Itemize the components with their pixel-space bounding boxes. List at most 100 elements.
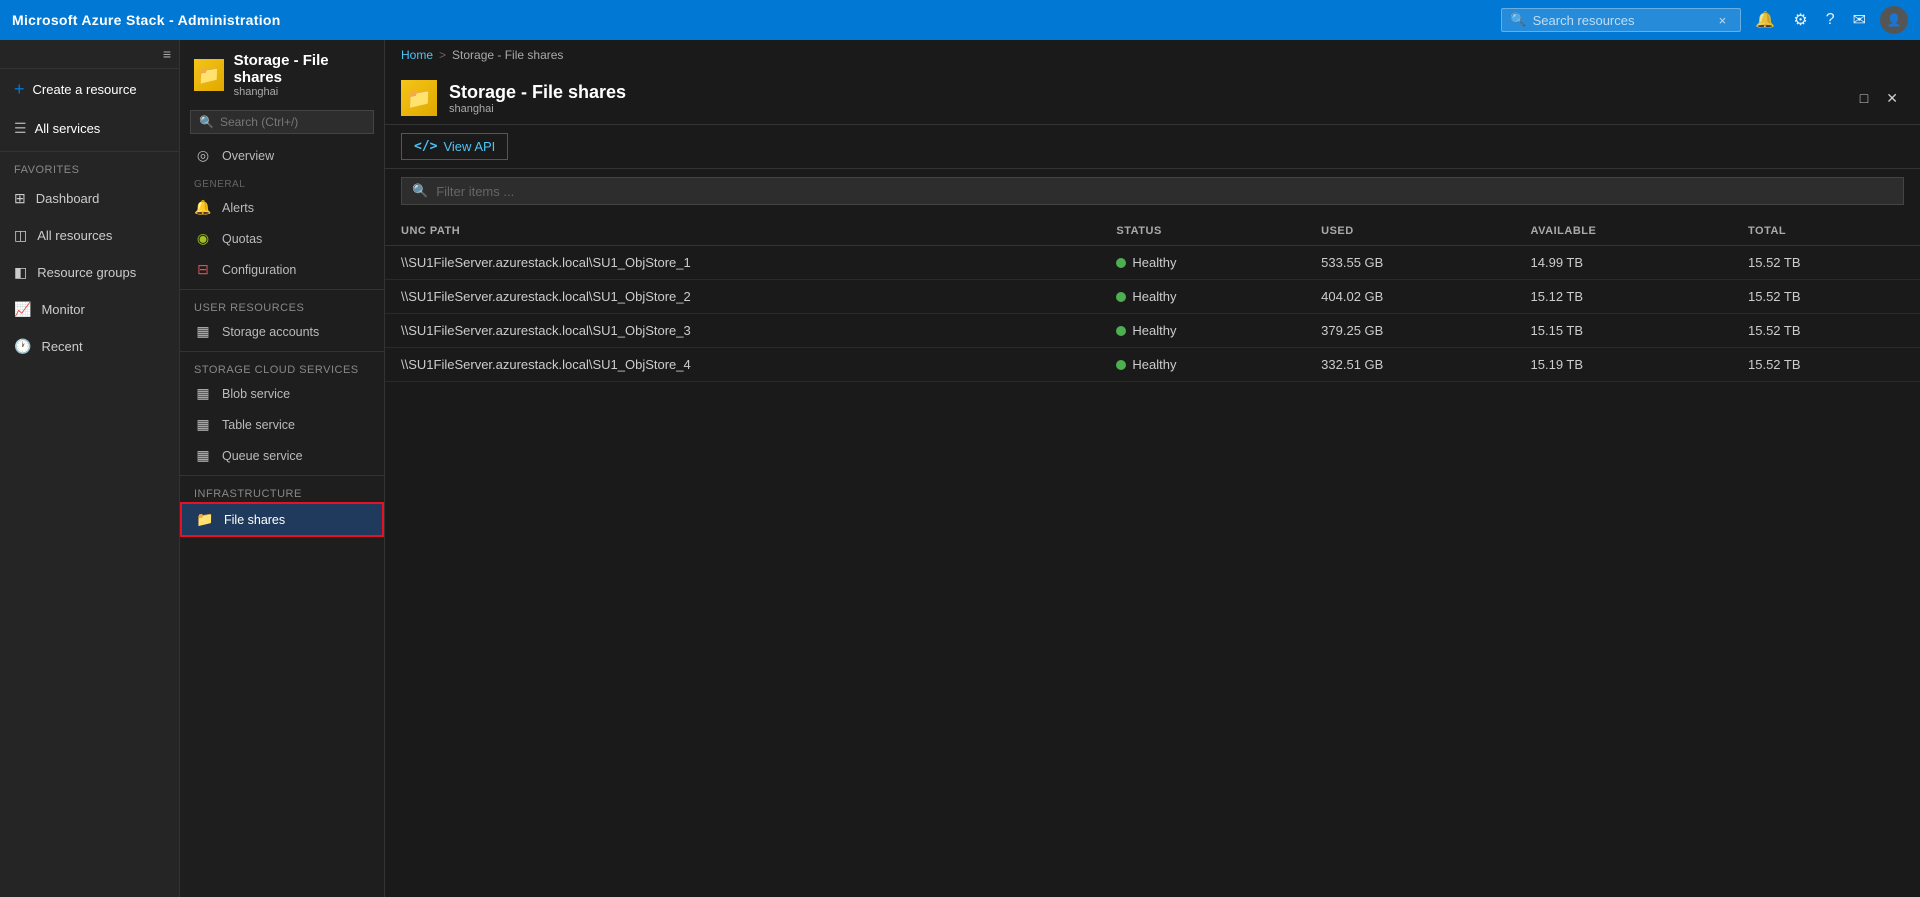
status-text: Healthy — [1132, 255, 1176, 270]
nav-item-label: Configuration — [222, 263, 296, 277]
table-row[interactable]: \\SU1FileServer.azurestack.local\SU1_Obj… — [385, 246, 1920, 280]
blob-service-icon: ▦ — [194, 385, 212, 402]
table-service-icon: ▦ — [194, 416, 212, 433]
filter-bar: 🔍 — [385, 169, 1920, 213]
collapse-icon[interactable]: ≡ — [163, 46, 171, 62]
content-header: 📁 Storage - File shares shanghai □ ✕ — [385, 70, 1920, 125]
notifications-icon[interactable]: 🔔 — [1751, 6, 1779, 34]
all-services-label: All services — [35, 121, 101, 136]
cell-unc-path: \\SU1FileServer.azurestack.local\SU1_Obj… — [385, 246, 1100, 280]
nav-item-label: Quotas — [222, 232, 262, 246]
nav-item-table-service[interactable]: ▦ Table service — [180, 409, 384, 440]
table-row[interactable]: \\SU1FileServer.azurestack.local\SU1_Obj… — [385, 348, 1920, 382]
alerts-icon: 🔔 — [194, 199, 212, 216]
settings-icon[interactable]: ⚙ — [1789, 6, 1811, 34]
sidebar-item-resource-groups[interactable]: ◧ Resource groups — [0, 254, 179, 291]
file-shares-icon: 📁 — [196, 511, 214, 528]
close-button[interactable]: ✕ — [1880, 88, 1904, 109]
status-dot — [1116, 326, 1126, 336]
sidebar-item-all-resources[interactable]: ◫ All resources — [0, 217, 179, 254]
create-resource-button[interactable]: + Create a resource — [0, 69, 179, 110]
nav-item-blob-service[interactable]: ▦ Blob service — [180, 378, 384, 409]
table-row[interactable]: \\SU1FileServer.azurestack.local\SU1_Obj… — [385, 280, 1920, 314]
nav-item-label: File shares — [224, 513, 285, 527]
view-api-button[interactable]: </> View API — [401, 133, 508, 160]
view-api-icon: </> — [414, 139, 437, 154]
content-title-area: 📁 Storage - File shares shanghai — [401, 80, 626, 116]
all-services-icon: ☰ — [14, 120, 27, 137]
search-icon: 🔍 — [1510, 12, 1526, 28]
resource-nav-subtitle: shanghai — [234, 86, 370, 98]
cell-status: Healthy — [1100, 348, 1305, 382]
nav-item-quotas[interactable]: ◉ Quotas — [180, 223, 384, 254]
search-input[interactable] — [1533, 13, 1713, 28]
col-unc-path: UNC PATH — [385, 217, 1100, 246]
nav-item-alerts[interactable]: 🔔 Alerts — [180, 192, 384, 223]
table-row[interactable]: \\SU1FileServer.azurestack.local\SU1_Obj… — [385, 314, 1920, 348]
filter-input-wrap[interactable]: 🔍 — [401, 177, 1904, 205]
search-box[interactable]: 🔍 × — [1501, 8, 1741, 32]
cell-status: Healthy — [1100, 314, 1305, 348]
sidebar-item-label: All resources — [37, 228, 112, 243]
avatar-icon: 👤 — [1887, 13, 1902, 27]
monitor-icon: 📈 — [14, 301, 31, 318]
sidebar-item-label: Resource groups — [37, 265, 136, 280]
nav-user-resources-section: USER RESOURCES — [180, 294, 384, 316]
nav-general-subsection: GENERAL — [180, 171, 384, 192]
sidebar-item-monitor[interactable]: 📈 Monitor — [0, 291, 179, 328]
all-services-button[interactable]: ☰ All services — [0, 110, 179, 147]
queue-service-icon: ▦ — [194, 447, 212, 464]
plus-icon: + — [14, 79, 25, 100]
page-title: Storage - File shares — [449, 82, 626, 103]
col-used: USED — [1305, 217, 1514, 246]
sidebar-collapse[interactable]: ≡ — [0, 40, 179, 69]
cell-used: 533.55 GB — [1305, 246, 1514, 280]
sidebar-item-dashboard[interactable]: ⊞ Dashboard — [0, 180, 179, 217]
page-subtitle: shanghai — [449, 103, 626, 115]
maximize-button[interactable]: □ — [1854, 88, 1874, 108]
main-layout: ≡ + Create a resource ☰ All services FAV… — [0, 40, 1920, 897]
cell-status: Healthy — [1100, 246, 1305, 280]
quotas-icon: ◉ — [194, 230, 212, 247]
col-available: AVAILABLE — [1515, 217, 1732, 246]
cell-unc-path: \\SU1FileServer.azurestack.local\SU1_Obj… — [385, 280, 1100, 314]
nav-item-label: Alerts — [222, 201, 254, 215]
favorites-label: FAVORITES — [0, 156, 179, 180]
cell-used: 404.02 GB — [1305, 280, 1514, 314]
nav-item-overview[interactable]: ◎ Overview — [180, 140, 384, 171]
nav-item-label: Overview — [222, 149, 274, 163]
resource-nav: 📁 Storage - File shares shanghai 🔍 ◎ Ove… — [180, 40, 385, 897]
help-icon[interactable]: ? — [1822, 7, 1839, 33]
resource-nav-search[interactable]: 🔍 — [190, 110, 374, 134]
filter-input[interactable] — [436, 184, 1893, 199]
resource-nav-header: 📁 Storage - File shares shanghai — [180, 40, 384, 104]
resource-folder-icon: 📁 — [194, 59, 224, 91]
nav-item-configuration[interactable]: ⊟ Configuration — [180, 254, 384, 285]
configuration-icon: ⊟ — [194, 261, 212, 278]
breadcrumb-sep: > — [439, 48, 446, 62]
window-controls: □ ✕ — [1854, 88, 1904, 109]
cell-available: 15.15 TB — [1515, 314, 1732, 348]
nav-item-file-shares[interactable]: 📁 File shares — [180, 502, 384, 537]
status-dot — [1116, 258, 1126, 268]
cell-total: 15.52 TB — [1732, 314, 1920, 348]
avatar[interactable]: 👤 — [1880, 6, 1908, 34]
breadcrumb-home[interactable]: Home — [401, 48, 433, 62]
search-close-icon[interactable]: × — [1719, 13, 1727, 28]
sidebar-item-recent[interactable]: 🕐 Recent — [0, 328, 179, 365]
topbar: Microsoft Azure Stack - Administration 🔍… — [0, 0, 1920, 40]
nav-item-label: Storage accounts — [222, 325, 319, 339]
view-api-label: View API — [443, 139, 495, 154]
nav-search-input[interactable] — [220, 115, 360, 129]
nav-item-queue-service[interactable]: ▦ Queue service — [180, 440, 384, 471]
sidebar: ≡ + Create a resource ☰ All services FAV… — [0, 40, 180, 897]
breadcrumb: Home > Storage - File shares — [385, 40, 1920, 70]
status-text: Healthy — [1132, 357, 1176, 372]
nav-item-label: Table service — [222, 418, 295, 432]
cell-used: 379.25 GB — [1305, 314, 1514, 348]
nav-infrastructure-section: INFRASTRUCTURE — [180, 480, 384, 502]
feedback-icon[interactable]: ✉ — [1849, 6, 1870, 34]
sidebar-item-label: Recent — [41, 339, 82, 354]
cell-total: 15.52 TB — [1732, 280, 1920, 314]
nav-item-storage-accounts[interactable]: ▦ Storage accounts — [180, 316, 384, 347]
